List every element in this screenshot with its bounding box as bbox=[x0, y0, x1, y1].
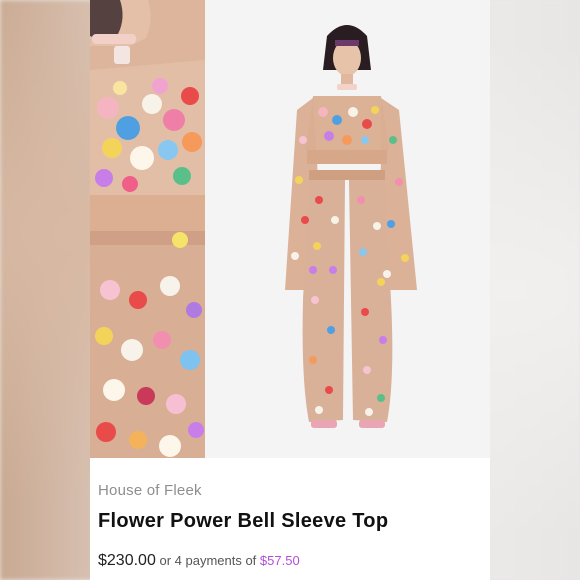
product-title[interactable]: Flower Power Bell Sleeve Top bbox=[98, 510, 388, 533]
installment-prefix: or 4 payments of bbox=[159, 553, 260, 568]
installment-amount[interactable]: $57.50 bbox=[260, 553, 300, 568]
product-card[interactable]: House of Fleek Flower Power Bell Sleeve … bbox=[90, 0, 490, 580]
closeup-photo bbox=[90, 0, 205, 458]
model-illustration bbox=[205, 0, 490, 458]
product-photo-area[interactable] bbox=[90, 0, 490, 458]
price-line: $230.00 or 4 payments of $57.50 bbox=[98, 552, 300, 570]
brand-name[interactable]: House of Fleek bbox=[98, 482, 202, 499]
closeup-illustration bbox=[90, 0, 205, 458]
model-fullshot-photo bbox=[205, 0, 490, 458]
product-price: $230.00 bbox=[98, 552, 156, 569]
